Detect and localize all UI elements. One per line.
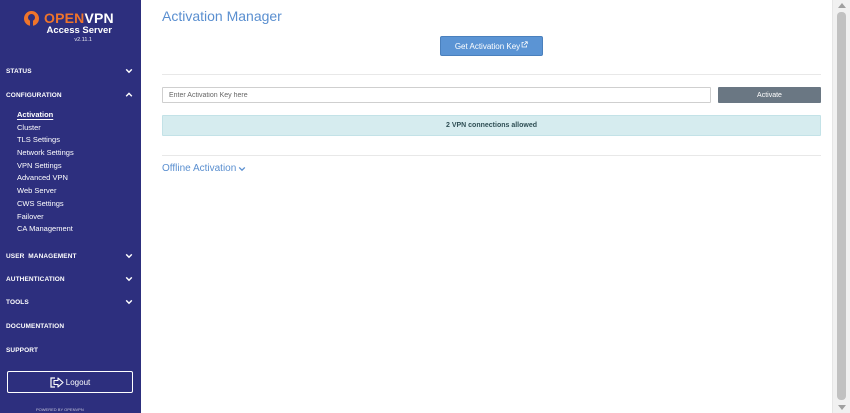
- nav-section-tools[interactable]: TOOLS: [0, 294, 141, 310]
- sidebar-item-cws-settings[interactable]: CWS Settings: [17, 198, 74, 211]
- scroll-up-icon[interactable]: [838, 3, 846, 8]
- chevron-down-icon: [125, 253, 133, 259]
- divider: [162, 155, 821, 156]
- nav-section-label: SUPPORT: [6, 346, 39, 354]
- activate-button[interactable]: Activate: [718, 87, 821, 103]
- divider: [162, 74, 821, 75]
- connections-info-banner: 2 VPN connections allowed: [162, 115, 821, 136]
- page-title: Activation Manager: [162, 8, 282, 24]
- sidebar-item-advanced-vpn[interactable]: Advanced VPN: [17, 172, 74, 185]
- chevron-up-icon: [125, 92, 133, 97]
- nav-section-authentication[interactable]: AUTHENTICATION: [0, 271, 141, 287]
- configuration-submenu: Activation Cluster TLS Settings Network …: [17, 109, 74, 236]
- offline-activation-toggle[interactable]: Offline Activation: [162, 163, 246, 174]
- chevron-down-icon: [125, 68, 133, 74]
- brand-subtitle: Access Server: [46, 25, 113, 36]
- scroll-down-icon[interactable]: [838, 405, 846, 410]
- nav-section-label: AUTHENTICATION: [6, 275, 65, 283]
- sidebar-item-tls-settings[interactable]: TLS Settings: [17, 134, 74, 147]
- main-content: Activation Manager Get Activation Key Ac…: [141, 0, 832, 413]
- sidebar-item-vpn-settings[interactable]: VPN Settings: [17, 160, 74, 173]
- nav-section-configuration[interactable]: CONFIGURATION: [0, 87, 141, 103]
- brand-open: OPEN: [44, 10, 85, 26]
- activation-key-input[interactable]: [162, 87, 711, 103]
- sidebar-item-network-settings[interactable]: Network Settings: [17, 147, 74, 160]
- nav-section-label: USER MANAGEMENT: [6, 252, 77, 260]
- chevron-down-icon: [239, 166, 246, 171]
- logout-label: Logout: [65, 377, 91, 387]
- sidebar-item-ca-management[interactable]: CA Management: [17, 223, 74, 236]
- logout-button[interactable]: Logout: [7, 371, 133, 393]
- scrollbar-thumb[interactable]: [837, 12, 846, 400]
- vertical-scrollbar[interactable]: [832, 0, 850, 413]
- sidebar-item-activation[interactable]: Activation: [17, 109, 74, 122]
- nav-section-status[interactable]: STATUS: [0, 63, 141, 79]
- powered-by: POWERED BY OPENVPN: [36, 407, 84, 412]
- nav-section-support[interactable]: SUPPORT: [0, 342, 141, 358]
- brand-vpn: VPN: [84, 10, 114, 26]
- sidebar-item-web-server[interactable]: Web Server: [17, 185, 74, 198]
- nav-section-documentation[interactable]: DOCUMENTATION: [0, 318, 141, 334]
- nav-section-label: CONFIGURATION: [6, 91, 62, 99]
- nav-section-user-management[interactable]: USER MANAGEMENT: [0, 248, 141, 264]
- chevron-down-icon: [125, 299, 133, 305]
- sidebar: OPEN VPN Access Server v2.11.1 STATUS CO…: [0, 0, 141, 413]
- openvpn-keyhole-icon: [24, 10, 39, 26]
- get-activation-key-label: Get Activation Key: [454, 41, 521, 51]
- get-activation-key-button[interactable]: Get Activation Key: [440, 36, 543, 56]
- offline-activation-label: Offline Activation: [162, 163, 237, 174]
- external-link-icon: [521, 40, 528, 47]
- nav-section-label: TOOLS: [6, 298, 29, 306]
- sidebar-item-cluster[interactable]: Cluster: [17, 122, 74, 135]
- version-label: v2.11.1: [74, 37, 92, 43]
- nav-section-label: DOCUMENTATION: [6, 322, 65, 330]
- nav-section-label: STATUS: [6, 67, 32, 75]
- logout-icon: [50, 376, 64, 388]
- sidebar-item-failover[interactable]: Failover: [17, 211, 74, 224]
- chevron-down-icon: [125, 276, 133, 282]
- openvpn-logo[interactable]: OPEN VPN Access Server v2.11.1: [24, 10, 120, 46]
